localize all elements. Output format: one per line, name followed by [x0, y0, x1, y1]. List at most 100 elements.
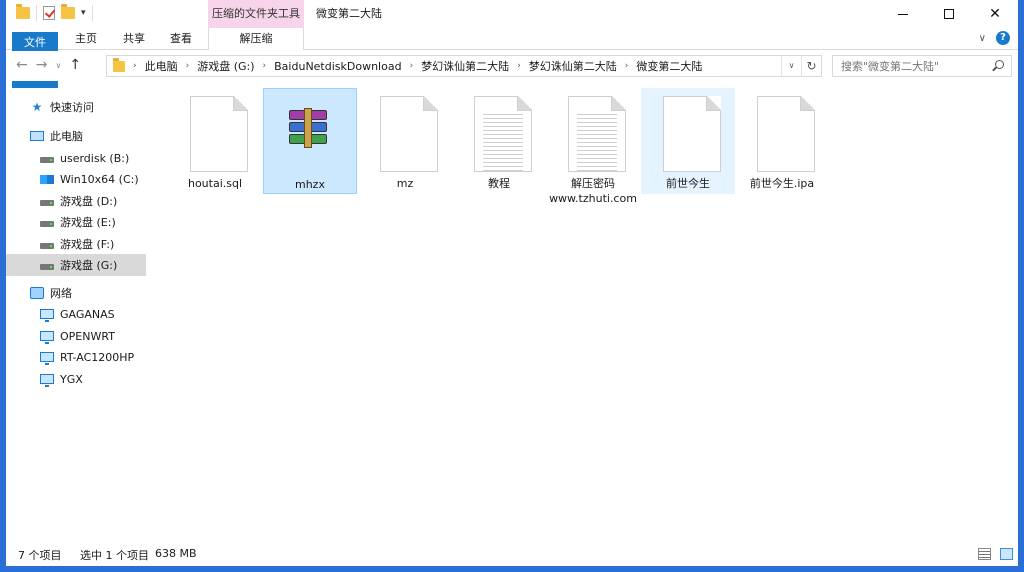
- maximize-button[interactable]: [926, 0, 972, 28]
- details-view-icon[interactable]: [978, 548, 991, 560]
- sidebar-item-label: 快速访问: [50, 101, 94, 114]
- breadcrumb-this-pc[interactable]: 此电脑: [145, 58, 178, 74]
- file-item-qianshi[interactable]: 前世今生: [641, 88, 735, 194]
- drive-icon: [40, 263, 54, 270]
- sidebar-item-ygx[interactable]: YGX: [6, 368, 146, 390]
- search-box[interactable]: [832, 55, 1012, 77]
- sidebar-item-label: 游戏盘 (F:): [60, 238, 115, 251]
- file-item-tutorial[interactable]: 教程: [452, 88, 546, 194]
- document-icon: [380, 96, 438, 172]
- window-controls: ✕: [880, 0, 1018, 28]
- ribbon-tabs: 文件 主页 共享 查看 解压缩 ∨ ?: [6, 28, 1018, 138]
- rar-archive-icon: [289, 108, 327, 148]
- breadcrumb-current[interactable]: 微变第二大陆: [636, 58, 702, 74]
- chevron-right-icon[interactable]: ›: [133, 61, 137, 71]
- title-bar: ▾ 压缩的文件夹工具 微变第二大陆 ✕: [6, 0, 1018, 28]
- sidebar-item-drive-e[interactable]: 游戏盘 (E:): [6, 211, 146, 233]
- back-arrow-icon[interactable]: ←: [16, 57, 28, 73]
- search-icon[interactable]: [995, 60, 1004, 69]
- file-name: mz: [396, 177, 414, 190]
- customize-toolbar-icon[interactable]: ▾: [81, 8, 86, 18]
- sidebar-item-label: 此电脑: [50, 130, 83, 143]
- address-actions: ∨ ↻: [781, 56, 821, 76]
- search-input[interactable]: [833, 56, 983, 76]
- drive-icon: [40, 156, 54, 163]
- file-item-password[interactable]: 解压密码 www.tzhuti.com: [546, 88, 640, 205]
- quick-access-toolbar: ▾: [16, 4, 93, 21]
- drive-icon: [40, 199, 54, 206]
- sidebar-item-label: 网络: [50, 287, 72, 300]
- sidebar-item-gaganas[interactable]: GAGANAS: [6, 303, 146, 325]
- sidebar-item-label: Win10x64 (C:): [60, 172, 139, 186]
- sidebar-item-drive-f[interactable]: 游戏盘 (F:): [6, 233, 146, 255]
- document-icon: [757, 96, 815, 172]
- tab-view[interactable]: 查看: [161, 28, 201, 50]
- sidebar-item-label: RT-AC1200HP: [60, 350, 135, 364]
- sidebar-item-quick-access[interactable]: ★ 快速访问: [6, 96, 146, 118]
- sidebar-item-label: 游戏盘 (D:): [60, 195, 118, 208]
- minimize-button[interactable]: [880, 0, 926, 28]
- windows-drive-icon: [40, 174, 54, 184]
- context-tab-header: 压缩的文件夹工具: [208, 0, 304, 28]
- large-icons-view-icon[interactable]: [1000, 548, 1013, 560]
- breadcrumb-baidu-download[interactable]: BaiduNetdiskDownload: [274, 60, 401, 73]
- breadcrumb-drive-g[interactable]: 游戏盘 (G:): [197, 58, 254, 74]
- sidebar-item-label: 游戏盘 (G:): [60, 259, 118, 272]
- navigation-pane: ★ 快速访问 此电脑 userdisk (B:) Win10x64 (C:) 游…: [6, 88, 152, 543]
- properties-icon[interactable]: [43, 6, 55, 20]
- address-bar[interactable]: › 此电脑 › 游戏盘 (G:) › BaiduNetdiskDownload …: [106, 55, 822, 77]
- up-arrow-icon[interactable]: ↑: [69, 57, 81, 73]
- sidebar-item-rt-ac1200hp[interactable]: RT-AC1200HP: [6, 346, 146, 368]
- file-item-houtai-sql[interactable]: houtai.sql: [168, 88, 262, 194]
- sidebar-item-this-pc[interactable]: 此电脑: [6, 125, 146, 147]
- expand-ribbon-icon[interactable]: ∨: [979, 33, 986, 44]
- breadcrumb-folder-1[interactable]: 梦幻诛仙第二大陆: [421, 58, 509, 74]
- file-item-mhzx[interactable]: mhzx: [263, 88, 357, 194]
- text-document-icon: [568, 96, 626, 172]
- computer-icon: [40, 352, 54, 365]
- recent-locations-icon[interactable]: ∨: [55, 61, 61, 70]
- file-item-qianshi-ipa[interactable]: 前世今生.ipa: [735, 88, 829, 194]
- tab-share[interactable]: 共享: [114, 28, 154, 50]
- chevron-right-icon[interactable]: ›: [186, 61, 190, 71]
- help-icon[interactable]: ?: [996, 31, 1010, 45]
- address-history-icon[interactable]: ∨: [781, 56, 801, 76]
- sidebar-item-drive-b[interactable]: userdisk (B:): [6, 147, 146, 169]
- breadcrumb-folder-2[interactable]: 梦幻诛仙第二大陆: [529, 58, 617, 74]
- chevron-right-icon[interactable]: ›: [517, 61, 521, 71]
- sidebar-item-drive-c[interactable]: Win10x64 (C:): [6, 168, 146, 190]
- sidebar-item-openwrt[interactable]: OPENWRT: [6, 325, 146, 347]
- tab-home[interactable]: 主页: [66, 28, 106, 50]
- document-icon: [663, 96, 721, 172]
- folder-icon: [113, 57, 125, 72]
- close-button[interactable]: ✕: [972, 0, 1018, 28]
- nav-buttons: ← → ∨ ↑: [16, 57, 81, 73]
- file-name: 教程: [488, 177, 510, 190]
- minimize-icon: [898, 13, 908, 15]
- chevron-right-icon[interactable]: ›: [625, 61, 629, 71]
- chevron-right-icon[interactable]: ›: [410, 61, 414, 71]
- sidebar-item-drive-d[interactable]: 游戏盘 (D:): [6, 190, 146, 212]
- new-folder-icon[interactable]: [61, 4, 75, 19]
- file-name: 前世今生.ipa: [749, 177, 815, 190]
- item-count: 7 个项目: [18, 549, 62, 562]
- file-name: 前世今生: [666, 177, 710, 190]
- computer-icon: [30, 131, 44, 141]
- sidebar-item-label: YGX: [60, 372, 83, 386]
- toolbar-divider: [36, 5, 37, 21]
- forward-arrow-icon[interactable]: →: [36, 57, 48, 73]
- sidebar-item-drive-g[interactable]: 游戏盘 (G:): [6, 254, 146, 276]
- sidebar-item-network[interactable]: 网络: [6, 282, 146, 304]
- chevron-right-icon[interactable]: ›: [263, 61, 267, 71]
- selection-count: 选中 1 个项目: [80, 549, 149, 562]
- maximize-icon: [944, 9, 954, 19]
- status-bar: 7 个项目 选中 1 个项目 638 MB: [6, 543, 1018, 566]
- explorer-window: ▾ 压缩的文件夹工具 微变第二大陆 ✕ 文件 主页 共享 查看 解压缩 ∨ ? …: [0, 0, 1024, 572]
- file-name: houtai.sql: [187, 177, 243, 190]
- file-item-mz[interactable]: mz: [358, 88, 452, 194]
- toolbar-divider: [91, 5, 93, 21]
- drive-icon: [40, 242, 54, 249]
- refresh-icon[interactable]: ↻: [801, 56, 821, 76]
- ribbon-controls: ∨ ?: [979, 31, 1010, 45]
- tab-extract[interactable]: 解压缩: [208, 28, 304, 50]
